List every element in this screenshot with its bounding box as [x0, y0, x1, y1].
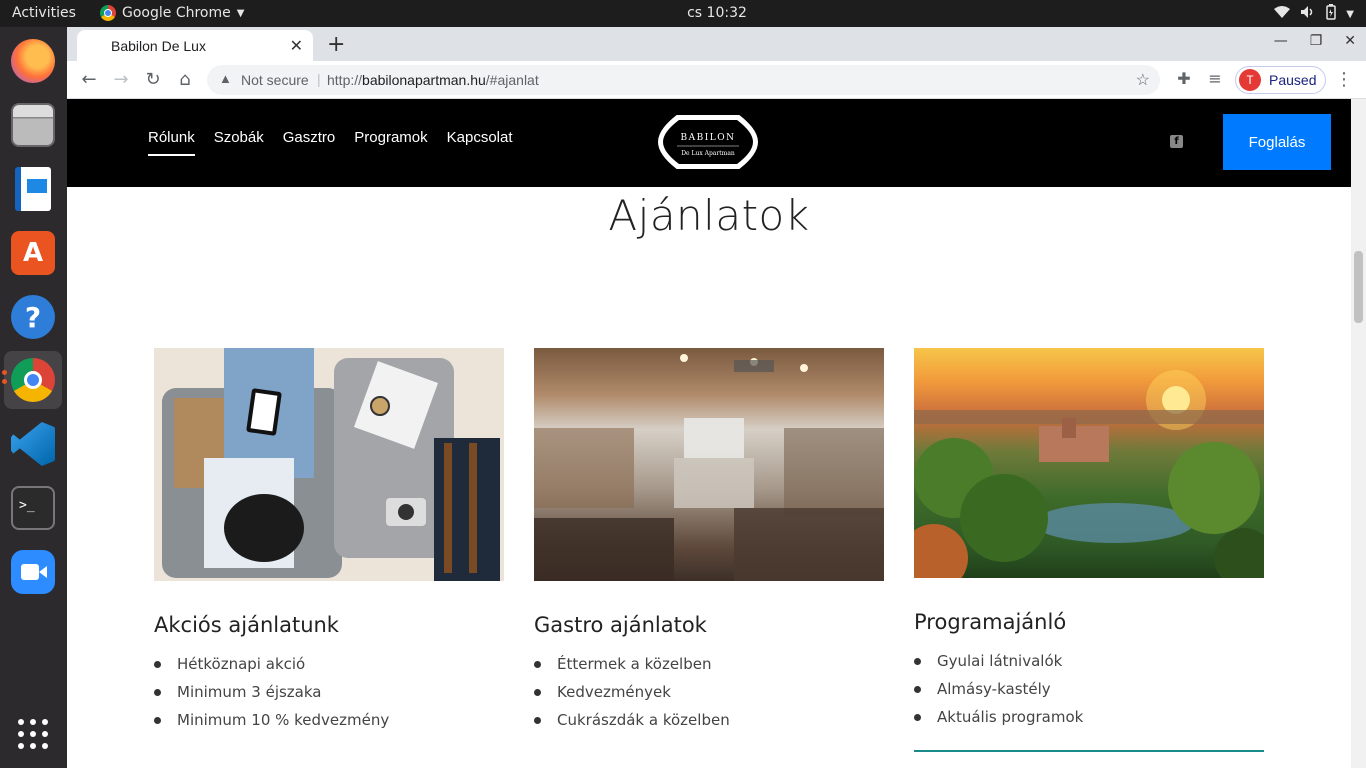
scrollbar-thumb[interactable] — [1354, 251, 1363, 323]
omnibox-separator: | — [317, 71, 321, 87]
more-menu-icon[interactable]: ⋮ — [1333, 69, 1355, 90]
list-item: Cukrászdák a közelben — [534, 711, 884, 739]
offer-card: Gastro ajánlatok Éttermek a közelben Ked… — [534, 348, 884, 739]
card-title: Akciós ajánlatunk — [154, 613, 339, 637]
dock-files[interactable] — [4, 96, 62, 154]
card-title: Programajánló — [914, 610, 1067, 634]
list-item: Aktuális programok — [914, 708, 1264, 736]
firefox-icon — [11, 39, 55, 83]
card-bottom-rule — [914, 750, 1264, 752]
suitcase-image[interactable] — [154, 348, 504, 581]
browser-toolbar: ← → ↻ ⌂ ▲ Not secure | http://babilonapa… — [67, 61, 1366, 99]
wifi-icon — [1274, 5, 1291, 23]
offer-card: Akciós ajánlatunk Hétköznapi akció Minim… — [154, 348, 504, 739]
nav-rolunk[interactable]: Rólunk — [148, 129, 195, 156]
card-title: Gastro ajánlatok — [534, 613, 707, 637]
profile-button[interactable]: T Paused — [1235, 66, 1326, 94]
list-item: Almásy-kastély — [914, 680, 1264, 708]
home-icon[interactable]: ⌂ — [174, 69, 196, 90]
battery-icon — [1326, 4, 1337, 24]
maximize-icon[interactable]: ❐ — [1310, 33, 1323, 49]
nav-szobak[interactable]: Szobák — [214, 129, 264, 156]
security-label[interactable]: Not secure — [241, 72, 309, 88]
help-icon: ? — [11, 295, 55, 339]
page-scrollbar[interactable] — [1351, 99, 1366, 768]
warning-icon[interactable]: ▲ — [219, 71, 232, 86]
dock-help[interactable]: ? — [4, 288, 62, 346]
booking-button[interactable]: Foglalás — [1223, 114, 1331, 170]
tab-babilon[interactable]: Babilon De Lux ✕ — [77, 30, 313, 61]
files-icon — [11, 103, 55, 147]
writer-icon — [15, 167, 51, 211]
zoom-icon — [11, 550, 55, 594]
system-tray[interactable]: ▼ — [1274, 4, 1354, 24]
apps-grid-icon — [18, 719, 48, 749]
dock-chrome[interactable] — [4, 351, 62, 409]
software-icon: A — [11, 231, 55, 275]
dock-software[interactable]: A — [4, 224, 62, 282]
show-applications-button[interactable] — [4, 705, 62, 763]
media-control-icon[interactable]: ≡ — [1204, 69, 1226, 88]
nav-programok[interactable]: Programok — [354, 129, 427, 156]
address-bar[interactable]: ▲ Not secure | http://babilonapartman.hu… — [207, 65, 1160, 95]
close-tab-icon[interactable]: ✕ — [290, 36, 303, 55]
window-controls: — ❐ ✕ — [1274, 33, 1356, 49]
gnome-top-bar: Activities Google Chrome ▼ cs 10:32 ▼ — [0, 0, 1366, 27]
page-viewport: Rólunk Szobák Gasztro Programok Kapcsola… — [67, 99, 1366, 768]
back-arrow-icon[interactable]: ← — [78, 69, 100, 90]
list-item: Kedvezmények — [534, 683, 884, 711]
list-item: Hétköznapi akció — [154, 655, 504, 683]
minimize-icon[interactable]: — — [1274, 33, 1288, 49]
card-list: Hétköznapi akció Minimum 3 éjszaka Minim… — [154, 655, 504, 739]
offer-card: Programajánló Gyulai látnivalók Almásy-k… — [914, 348, 1264, 752]
restaurant-image[interactable] — [534, 348, 884, 581]
dock-firefox[interactable] — [4, 32, 62, 90]
volume-icon — [1300, 5, 1316, 23]
forward-arrow-icon[interactable]: → — [110, 69, 132, 90]
running-indicator — [2, 379, 7, 384]
nav-kapcsolat[interactable]: Kapcsolat — [447, 129, 513, 156]
logo-top-text: BABILON — [680, 133, 735, 143]
card-list: Gyulai látnivalók Almásy-kastély Aktuáli… — [914, 652, 1264, 736]
power-menu-chevron-icon: ▼ — [1346, 8, 1354, 20]
bookmark-star-icon[interactable]: ☆ — [1136, 70, 1150, 90]
profile-status: Paused — [1269, 72, 1317, 88]
section-heading: Ajánlatok — [608, 191, 810, 240]
extensions-puzzle-icon[interactable]: ✚ — [1173, 69, 1195, 88]
avatar: T — [1239, 69, 1261, 91]
castle-sunset-image[interactable] — [914, 348, 1264, 578]
url-text[interactable]: http://babilonapartman.hu/#ajanlat — [327, 72, 539, 88]
dock-writer[interactable] — [4, 160, 62, 218]
dock: A ? >_ — [0, 27, 67, 768]
site-header: Rólunk Szobák Gasztro Programok Kapcsola… — [67, 99, 1351, 187]
site-menu: Rólunk Szobák Gasztro Programok Kapcsola… — [148, 129, 513, 156]
list-item: Minimum 3 éjszaka — [154, 683, 504, 711]
dock-zoom[interactable] — [4, 543, 62, 601]
dock-vscode[interactable] — [4, 415, 62, 473]
running-indicator — [2, 370, 7, 375]
chrome-window: Babilon De Lux ✕ + — ❐ ✕ ← → ↻ ⌂ ▲ Not s… — [67, 27, 1366, 768]
list-item: Éttermek a közelben — [534, 655, 884, 683]
clock[interactable]: cs 10:32 — [0, 5, 1366, 21]
tab-strip: Babilon De Lux ✕ + — ❐ ✕ — [67, 27, 1366, 61]
facebook-icon[interactable]: f — [1170, 135, 1183, 148]
vscode-icon — [11, 422, 55, 466]
tab-title: Babilon De Lux — [111, 38, 206, 54]
terminal-icon: >_ — [11, 486, 55, 530]
new-tab-button[interactable]: + — [327, 32, 345, 57]
logo-bottom-text: De Lux Apartman — [681, 150, 735, 157]
reload-icon[interactable]: ↻ — [142, 69, 164, 90]
list-item: Gyulai látnivalók — [914, 652, 1264, 680]
card-list: Éttermek a közelben Kedvezmények Cukrász… — [534, 655, 884, 739]
dock-terminal[interactable]: >_ — [4, 479, 62, 537]
close-window-icon[interactable]: ✕ — [1344, 33, 1356, 49]
list-item: Minimum 10 % kedvezmény — [154, 711, 504, 739]
chrome-icon — [11, 358, 55, 402]
site-logo[interactable]: BABILON De Lux Apartman — [657, 110, 759, 174]
nav-gasztro[interactable]: Gasztro — [283, 129, 336, 156]
